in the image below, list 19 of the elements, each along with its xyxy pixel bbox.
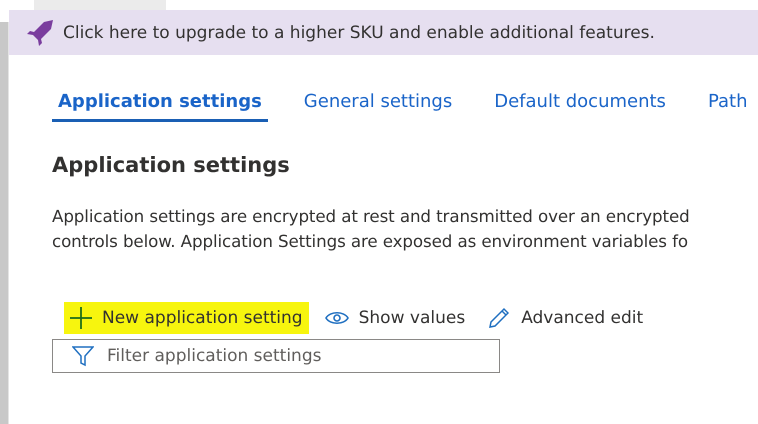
command-button[interactable]: Advanced edit (481, 302, 650, 334)
scrollbar[interactable] (0, 22, 9, 424)
banner-text: Click here to upgrade to a higher SKU and enable additional features. (63, 22, 655, 42)
description-text: controls below. Application Settings are exposed as environment variables fo (52, 230, 689, 253)
eye-icon (324, 310, 349, 326)
tab[interactable]: Path (702, 79, 754, 122)
pencil-icon (487, 306, 512, 330)
command-button[interactable]: Show values (318, 302, 472, 334)
command-button[interactable]: New application setting (64, 302, 309, 334)
tab[interactable]: Default documents (488, 79, 672, 122)
description-text: Application settings are encrypted at rest and transmitted over an encrypted (52, 205, 691, 228)
plus-icon (70, 307, 92, 329)
tab[interactable]: Application settings (52, 79, 268, 122)
tab[interactable]: General settings (298, 79, 458, 122)
rocket-icon (25, 18, 55, 48)
upgrade-banner[interactable]: Click here to upgrade to a higher SKU and enable additional features. (9, 10, 758, 55)
section-heading: Application settings (52, 153, 291, 179)
filter-icon (72, 345, 94, 367)
filter-field[interactable]: Filter application settings (52, 339, 500, 373)
